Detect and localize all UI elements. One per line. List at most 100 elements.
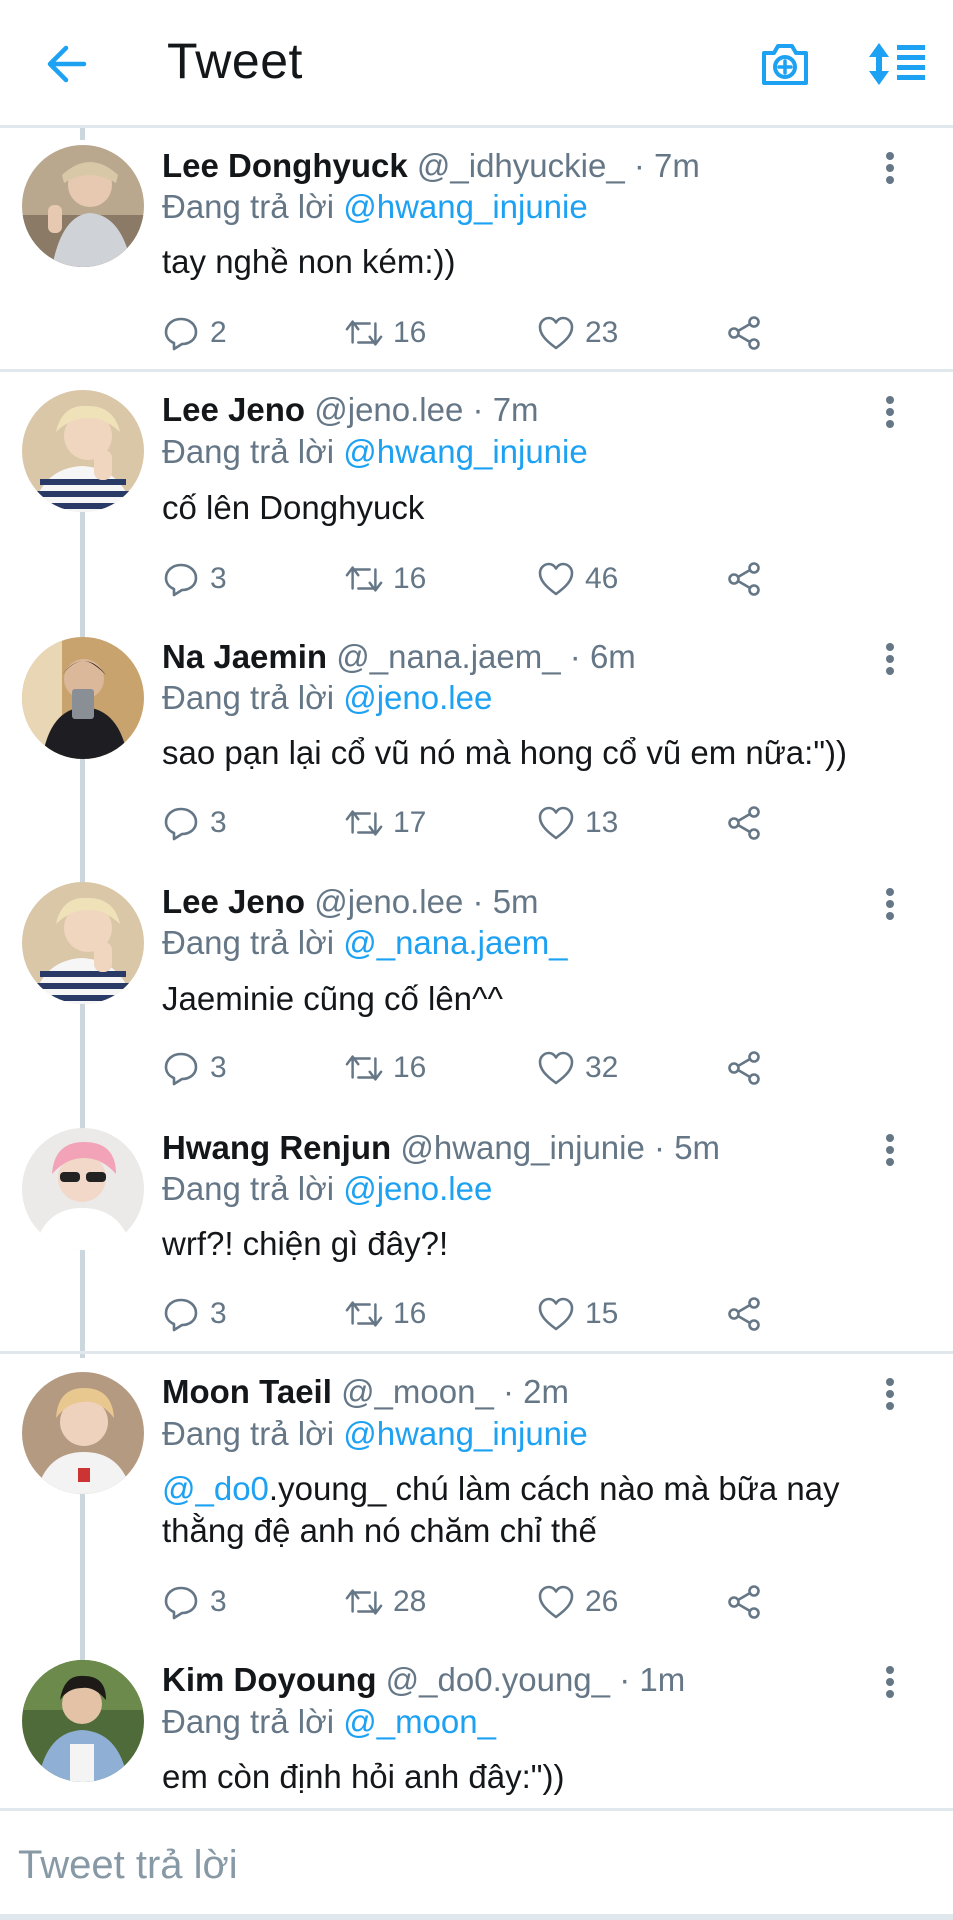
reply-button[interactable]: 3	[162, 1580, 227, 1624]
tweet-text: sao pạn lại cổ vũ nó mà hong cổ vũ em nữ…	[162, 734, 848, 771]
more-options-button[interactable]	[872, 390, 908, 434]
camera-button[interactable]	[755, 36, 815, 92]
more-options-button[interactable]	[872, 1128, 908, 1172]
author-name[interactable]: Lee Donghyuck	[162, 147, 408, 184]
author-handle[interactable]: @_do0.young_	[386, 1661, 610, 1698]
more-options-button[interactable]	[872, 637, 908, 681]
author-name[interactable]: Kim Doyoung	[162, 1661, 376, 1698]
back-button[interactable]	[38, 36, 94, 92]
retweet-icon	[345, 1589, 383, 1615]
divider	[0, 1351, 953, 1354]
replying-to-label: Đang trả lời	[162, 188, 335, 225]
share-button[interactable]	[725, 557, 763, 601]
author-name[interactable]: Lee Jeno	[162, 391, 305, 428]
mention-link[interactable]: @hwang_injunie	[343, 1415, 588, 1452]
reply-icon	[164, 563, 198, 597]
retweet-count: 16	[393, 1051, 427, 1084]
mention-link[interactable]: @_moon_	[343, 1703, 496, 1740]
composer-bottom-border	[0, 1914, 953, 1920]
author-name[interactable]: Na Jaemin	[162, 638, 327, 675]
reply-button[interactable]: 3	[162, 1292, 227, 1336]
mention-link[interactable]: @jeno.lee	[343, 1170, 492, 1207]
separator: ·	[472, 883, 484, 920]
timestamp[interactable]: 7m	[493, 391, 539, 428]
mention-link[interactable]: @hwang_injunie	[343, 433, 588, 470]
author-handle[interactable]: @_idhyuckie_	[417, 147, 625, 184]
share-button[interactable]	[725, 1292, 763, 1336]
more-options-button[interactable]	[872, 882, 908, 926]
like-button[interactable]: 23	[537, 311, 618, 355]
sort-button[interactable]	[863, 36, 931, 92]
mention-link[interactable]: @jeno.lee	[343, 679, 492, 716]
thread-line	[80, 128, 85, 140]
more-vertical-icon	[886, 1134, 894, 1166]
avatar[interactable]	[22, 145, 144, 267]
reply-button[interactable]: 3	[162, 801, 227, 845]
more-options-button[interactable]	[872, 1660, 908, 1704]
author-handle[interactable]: @_nana.jaem_	[336, 638, 560, 675]
like-button[interactable]: 32	[537, 1046, 618, 1090]
heart-icon	[538, 1585, 574, 1619]
avatar[interactable]	[22, 1372, 144, 1494]
like-count: 26	[585, 1585, 619, 1618]
retweet-icon	[345, 810, 383, 836]
more-options-button[interactable]	[872, 146, 908, 190]
author-handle[interactable]: @_moon_	[341, 1373, 494, 1410]
reply-input[interactable]	[18, 1837, 918, 1893]
share-icon	[728, 1051, 760, 1085]
avatar-photo	[22, 390, 144, 512]
author-name[interactable]: Lee Jeno	[162, 883, 305, 920]
mention-link[interactable]: @_nana.jaem_	[343, 924, 567, 961]
retweet-button[interactable]: 16	[345, 1292, 426, 1336]
timestamp[interactable]: 2m	[523, 1373, 569, 1410]
retweet-button[interactable]: 28	[345, 1580, 426, 1624]
timestamp[interactable]: 5m	[674, 1129, 720, 1166]
retweet-icon	[345, 320, 383, 346]
reply-button[interactable]: 2	[162, 311, 227, 355]
mention-link[interactable]: @_do0	[162, 1470, 269, 1507]
author-name[interactable]: Moon Taeil	[162, 1373, 332, 1410]
more-options-button[interactable]	[872, 1372, 908, 1416]
like-button[interactable]: 13	[537, 801, 618, 845]
avatar-photo	[22, 1660, 144, 1782]
avatar[interactable]	[22, 390, 144, 512]
retweet-button[interactable]: 17	[345, 801, 426, 845]
share-button[interactable]	[725, 311, 763, 355]
mention-link[interactable]: @hwang_injunie	[343, 188, 588, 225]
avatar[interactable]	[22, 1660, 144, 1782]
timestamp[interactable]: 5m	[493, 883, 539, 920]
back-arrow-icon	[47, 45, 87, 83]
share-icon	[728, 1297, 760, 1331]
retweet-count: 16	[393, 1297, 427, 1330]
author-handle[interactable]: @jeno.lee	[314, 391, 463, 428]
reply-button[interactable]: 3	[162, 1046, 227, 1090]
heart-icon	[538, 1297, 574, 1331]
share-icon	[728, 562, 760, 596]
avatar[interactable]	[22, 637, 144, 759]
timestamp[interactable]: 1m	[639, 1661, 685, 1698]
replying-to: Đang trả lời @hwang_injunie	[162, 432, 588, 472]
author-handle[interactable]: @jeno.lee	[314, 883, 463, 920]
share-button[interactable]	[725, 1046, 763, 1090]
share-button[interactable]	[725, 801, 763, 845]
avatar[interactable]	[22, 882, 144, 1004]
reply-button[interactable]: 3	[162, 557, 227, 601]
replying-to-label: Đang trả lời	[162, 1415, 335, 1452]
reply-icon	[164, 1052, 198, 1086]
share-button[interactable]	[725, 1580, 763, 1624]
avatar[interactable]	[22, 1128, 144, 1250]
author-name[interactable]: Hwang Renjun	[162, 1129, 391, 1166]
retweet-count: 16	[393, 316, 427, 349]
author-handle[interactable]: @hwang_injunie	[400, 1129, 645, 1166]
like-count: 13	[585, 806, 619, 839]
timestamp[interactable]: 7m	[654, 147, 700, 184]
like-button[interactable]: 15	[537, 1292, 618, 1336]
like-button[interactable]: 46	[537, 557, 618, 601]
retweet-button[interactable]: 16	[345, 1046, 426, 1090]
sort-list-icon	[869, 43, 925, 85]
like-button[interactable]: 26	[537, 1580, 618, 1624]
replying-to: Đang trả lời @hwang_injunie	[162, 187, 588, 227]
retweet-button[interactable]: 16	[345, 311, 426, 355]
retweet-button[interactable]: 16	[345, 557, 426, 601]
timestamp[interactable]: 6m	[590, 638, 636, 675]
